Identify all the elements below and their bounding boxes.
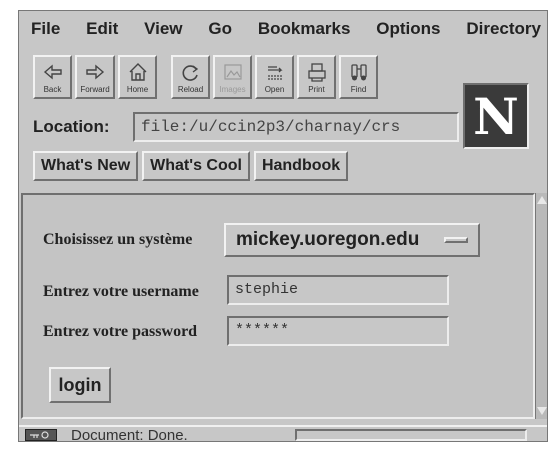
menu-options[interactable]: Options	[376, 19, 440, 39]
whats-cool-button[interactable]: What's Cool	[142, 151, 250, 181]
open-icon	[267, 66, 283, 80]
username-field[interactable]: stephie	[227, 275, 449, 305]
open-button[interactable]: Open	[255, 55, 294, 99]
menu-directory[interactable]: Directory	[466, 19, 541, 39]
progress-bar	[295, 429, 527, 441]
password-label: Entrez votre password	[43, 323, 198, 340]
images-icon	[223, 64, 242, 80]
option-menu-indicator-icon	[444, 237, 468, 243]
back-button[interactable]: Back	[33, 55, 72, 99]
find-label: Find	[350, 85, 367, 94]
vertical-scrollbar[interactable]	[535, 193, 547, 419]
username-label: Entrez votre username	[43, 283, 199, 300]
security-key-icon	[25, 429, 57, 441]
directory-buttons: What's New What's Cool Handbook	[33, 151, 349, 181]
images-label: Images	[219, 85, 246, 94]
system-label: Choisissez un système	[43, 231, 193, 248]
handbook-button[interactable]: Handbook	[253, 151, 349, 181]
location-field[interactable]: file:/u/ccin2p3/charnay/crs	[133, 112, 459, 142]
menu-edit[interactable]: Edit	[86, 19, 118, 39]
forward-label: Forward	[80, 85, 110, 94]
menu-bar: File Edit View Go Bookmarks Options Dire…	[19, 11, 547, 47]
whats-new-button[interactable]: What's New	[33, 151, 139, 181]
logo-letter: N	[473, 86, 519, 146]
open-label: Open	[264, 85, 285, 94]
browser-logo[interactable]: N	[463, 83, 529, 149]
reload-button[interactable]: Reload	[171, 55, 210, 99]
scroll-up-icon[interactable]	[536, 196, 547, 204]
images-button[interactable]: Images	[213, 55, 252, 99]
forward-arrow-icon	[86, 64, 105, 80]
menu-file[interactable]: File	[31, 19, 60, 39]
menu-go[interactable]: Go	[208, 19, 232, 39]
password-field[interactable]: ******	[227, 316, 449, 346]
toolbar: Back Forward Home Reload Images Open Pri…	[33, 55, 378, 101]
system-value: mickey.uoregon.edu	[236, 229, 420, 250]
reload-label: Reload	[177, 85, 204, 94]
find-icon	[350, 64, 367, 81]
system-select[interactable]: mickey.uoregon.edu	[224, 223, 480, 257]
forward-button[interactable]: Forward	[75, 55, 115, 99]
location-label: Location:	[33, 117, 110, 136]
back-arrow-icon	[43, 64, 62, 80]
menu-view[interactable]: View	[144, 19, 182, 39]
scroll-down-icon[interactable]	[537, 407, 547, 415]
home-icon	[129, 63, 146, 81]
login-button[interactable]: login	[49, 367, 111, 403]
status-text: Document: Done.	[71, 426, 188, 444]
browser-window: File Edit View Go Bookmarks Options Dire…	[18, 10, 548, 444]
reload-icon	[182, 65, 198, 81]
home-button[interactable]: Home	[118, 55, 157, 99]
back-label: Back	[43, 85, 62, 94]
print-button[interactable]: Print	[297, 55, 336, 99]
menu-bookmarks[interactable]: Bookmarks	[258, 19, 351, 39]
print-icon	[307, 63, 326, 82]
print-label: Print	[308, 85, 325, 94]
find-button[interactable]: Find	[339, 55, 378, 99]
home-label: Home	[126, 85, 149, 94]
status-bar: Document: Done.	[19, 425, 547, 444]
